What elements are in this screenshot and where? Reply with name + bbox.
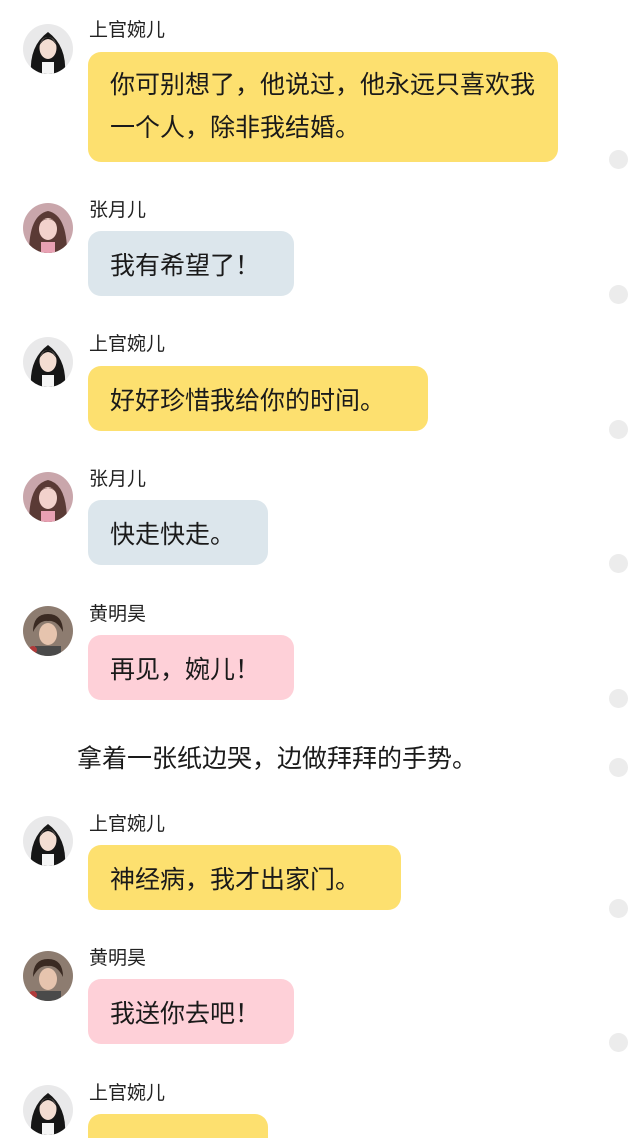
avatar-shangguan-waner[interactable] [23,816,73,866]
message-status-dot[interactable] [609,758,628,777]
message-bubble[interactable]: 我有希望了！ [88,231,294,296]
message-bubble[interactable]: 你可别想了，他说过，他永远只喜欢我一个人，除非我结婚。 [88,52,558,162]
sender-name: 上官婉儿 [89,333,166,355]
message-bubble[interactable]: 神经病，我才出家门。 [88,845,401,910]
chat-view[interactable]: 上官婉儿 你可别想了，他说过，他永远只喜欢我一个人，除非我结婚。 张月儿 我有希… [0,0,640,1138]
message-status-dot[interactable] [609,420,628,439]
message-status-dot[interactable] [609,689,628,708]
sender-name: 上官婉儿 [89,19,166,41]
avatar-shangguan-waner[interactable] [23,1085,73,1135]
message-status-dot[interactable] [609,150,628,169]
sender-name: 张月儿 [89,199,147,221]
avatar-shangguan-waner[interactable] [23,337,73,387]
sender-name: 上官婉儿 [89,1082,166,1104]
message-status-dot[interactable] [609,1033,628,1052]
message-status-dot[interactable] [609,554,628,573]
sender-name: 黄明昊 [89,947,147,969]
sender-name: 黄明昊 [89,603,147,625]
avatar-huang-minghao[interactable] [23,951,73,1001]
avatar-shangguan-waner[interactable] [23,24,73,74]
sender-name: 上官婉儿 [89,813,166,835]
message-bubble[interactable]: 再见，婉儿！ [88,635,294,700]
message-status-dot[interactable] [609,285,628,304]
message-status-dot[interactable] [609,899,628,918]
narration-text: 拿着一张纸边哭，边做拜拜的手势。 [77,744,478,773]
sender-name: 张月儿 [89,468,147,490]
avatar-huang-minghao[interactable] [23,606,73,656]
message-bubble[interactable] [88,1114,268,1138]
message-bubble[interactable]: 快走快走。 [88,500,268,565]
avatar-zhang-yueer[interactable] [23,203,73,253]
message-bubble[interactable]: 我送你去吧！ [88,979,294,1044]
message-bubble[interactable]: 好好珍惜我给你的时间。 [88,366,428,431]
avatar-zhang-yueer[interactable] [23,472,73,522]
